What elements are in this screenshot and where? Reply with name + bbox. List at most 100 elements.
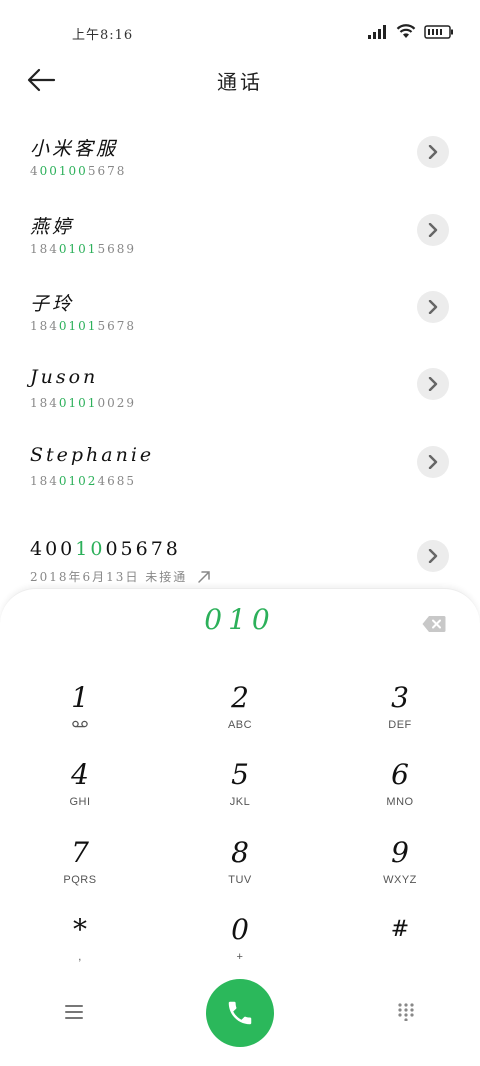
menu-button[interactable] <box>64 1003 84 1023</box>
recent-detail-button[interactable] <box>417 540 449 572</box>
chevron-right-icon <box>428 223 438 237</box>
key-letters: DEF <box>388 719 412 731</box>
number-suffix: 0029 <box>97 396 136 410</box>
number-prefix: 4 <box>30 164 40 178</box>
key-5[interactable]: 5 JKL <box>160 758 320 830</box>
chevron-right-icon <box>428 145 438 159</box>
key-letters: WXYZ <box>383 874 417 886</box>
status-icons <box>368 24 454 39</box>
recent-call-detail: 2018年6月13日 未接通 <box>30 570 188 584</box>
dial-display: 010 <box>204 603 276 636</box>
contact-number: 18401015678 <box>30 319 136 333</box>
key-4[interactable]: 4 GHI <box>0 758 160 830</box>
contact-detail-button[interactable] <box>417 136 449 168</box>
contact-detail-button[interactable] <box>417 291 449 323</box>
key-letters: MNO <box>386 796 414 808</box>
number-match: 0101 <box>58 396 98 410</box>
backspace-icon <box>422 616 446 632</box>
phone-icon <box>228 1001 252 1025</box>
contact-detail-button[interactable] <box>417 214 449 246</box>
contact-name: 小米客服 <box>30 138 119 160</box>
contact-number: 18401010029 <box>30 396 136 410</box>
signal-icon <box>368 24 386 39</box>
key-2[interactable]: 2 ABC <box>160 681 320 753</box>
key-letters: PQRS <box>63 874 97 886</box>
number-match: 0101 <box>58 242 98 256</box>
recent-number: 4001005678 <box>30 538 181 560</box>
contact-row[interactable]: 子玲 18401015678 <box>0 275 480 345</box>
dialpad-panel: 010 1 2 ABC 3 DEF 4 GHI 5 JKL 6 MNO 7 PQ… <box>0 588 480 1066</box>
key-6[interactable]: 6 MNO <box>320 758 480 830</box>
key-letters: TUV <box>228 874 252 886</box>
wifi-icon <box>396 24 416 38</box>
contact-name: 子玲 <box>30 293 75 315</box>
number-match: 0102 <box>58 474 98 488</box>
number-match: 0101 <box>58 319 98 333</box>
contact-detail-button[interactable] <box>417 368 449 400</box>
key-3[interactable]: 3 DEF <box>320 681 480 753</box>
key-letters: , <box>78 951 82 963</box>
header: 通话 <box>0 56 480 104</box>
dialpad-icon <box>398 1003 414 1022</box>
key-letters: + <box>236 951 244 963</box>
key-digit: 8 <box>231 836 249 869</box>
contact-detail-button[interactable] <box>417 446 449 478</box>
key-letters: ABC <box>227 719 253 731</box>
key-8[interactable]: 8 TUV <box>160 836 320 908</box>
key-letters: JKL <box>229 796 251 808</box>
contact-number: 4001005678 <box>30 164 126 178</box>
key-digit: 9 <box>391 836 409 869</box>
number-prefix: 184 <box>30 242 59 256</box>
status-bar: 上午8:16 <box>0 0 480 64</box>
number-match: 10 <box>75 538 106 560</box>
call-button[interactable] <box>206 979 274 1047</box>
contact-number: 18401015689 <box>30 242 136 256</box>
menu-icon <box>65 1005 83 1019</box>
number-prefix: 184 <box>30 396 59 410</box>
number-prefix: 184 <box>30 319 59 333</box>
key-1[interactable]: 1 <box>0 681 160 753</box>
key-hash[interactable]: # <box>320 913 480 985</box>
battery-icon <box>424 24 453 39</box>
dialpad-bottom-bar <box>0 979 480 1059</box>
contact-row[interactable]: 燕婷 18401015689 <box>0 198 480 268</box>
number-prefix: 184 <box>30 474 59 488</box>
number-match: 00100 <box>39 164 88 178</box>
key-digit: 7 <box>71 836 89 869</box>
recent-call-row[interactable]: 4001005678 2018年6月13日 未接通 <box>0 524 480 594</box>
key-digit: 4 <box>71 758 89 791</box>
contact-name: Stephanie <box>30 444 155 466</box>
chevron-right-icon <box>428 455 438 469</box>
key-digit: 0 <box>231 913 249 946</box>
contact-row[interactable]: Stephanie 18401024685 <box>0 430 480 500</box>
contact-name: Juson <box>30 366 99 388</box>
number-suffix: 5678 <box>97 319 136 333</box>
key-0[interactable]: 0 + <box>160 913 320 985</box>
key-7[interactable]: 7 PQRS <box>0 836 160 908</box>
number-prefix: 400 <box>30 538 76 560</box>
status-time: 上午8:16 <box>72 28 134 43</box>
key-digit: 1 <box>71 681 89 714</box>
contact-row[interactable]: 小米客服 4001005678 <box>0 120 480 190</box>
page-title: 通话 <box>217 70 263 94</box>
key-digit: 6 <box>391 758 409 791</box>
chevron-right-icon <box>428 300 438 314</box>
number-suffix: 5678 <box>87 164 127 178</box>
key-digit: 2 <box>231 681 249 714</box>
chevron-right-icon <box>428 377 438 391</box>
key-digit: * <box>73 913 87 946</box>
contact-name: 燕婷 <box>30 216 75 238</box>
voicemail-icon <box>0 719 160 731</box>
key-star[interactable]: * , <box>0 913 160 985</box>
recent-detail: 2018年6月13日 未接通 <box>30 568 211 585</box>
delete-button[interactable] <box>422 615 446 633</box>
contact-row[interactable]: Juson 18401010029 <box>0 352 480 422</box>
dialpad-toggle-button[interactable] <box>397 1003 415 1022</box>
number-suffix: 05678 <box>105 538 181 560</box>
key-digit: 3 <box>391 681 409 714</box>
chevron-right-icon <box>428 549 438 563</box>
number-suffix: 4685 <box>97 474 136 488</box>
outgoing-call-icon <box>198 570 211 583</box>
key-digit: 5 <box>231 758 249 791</box>
key-9[interactable]: 9 WXYZ <box>320 836 480 908</box>
